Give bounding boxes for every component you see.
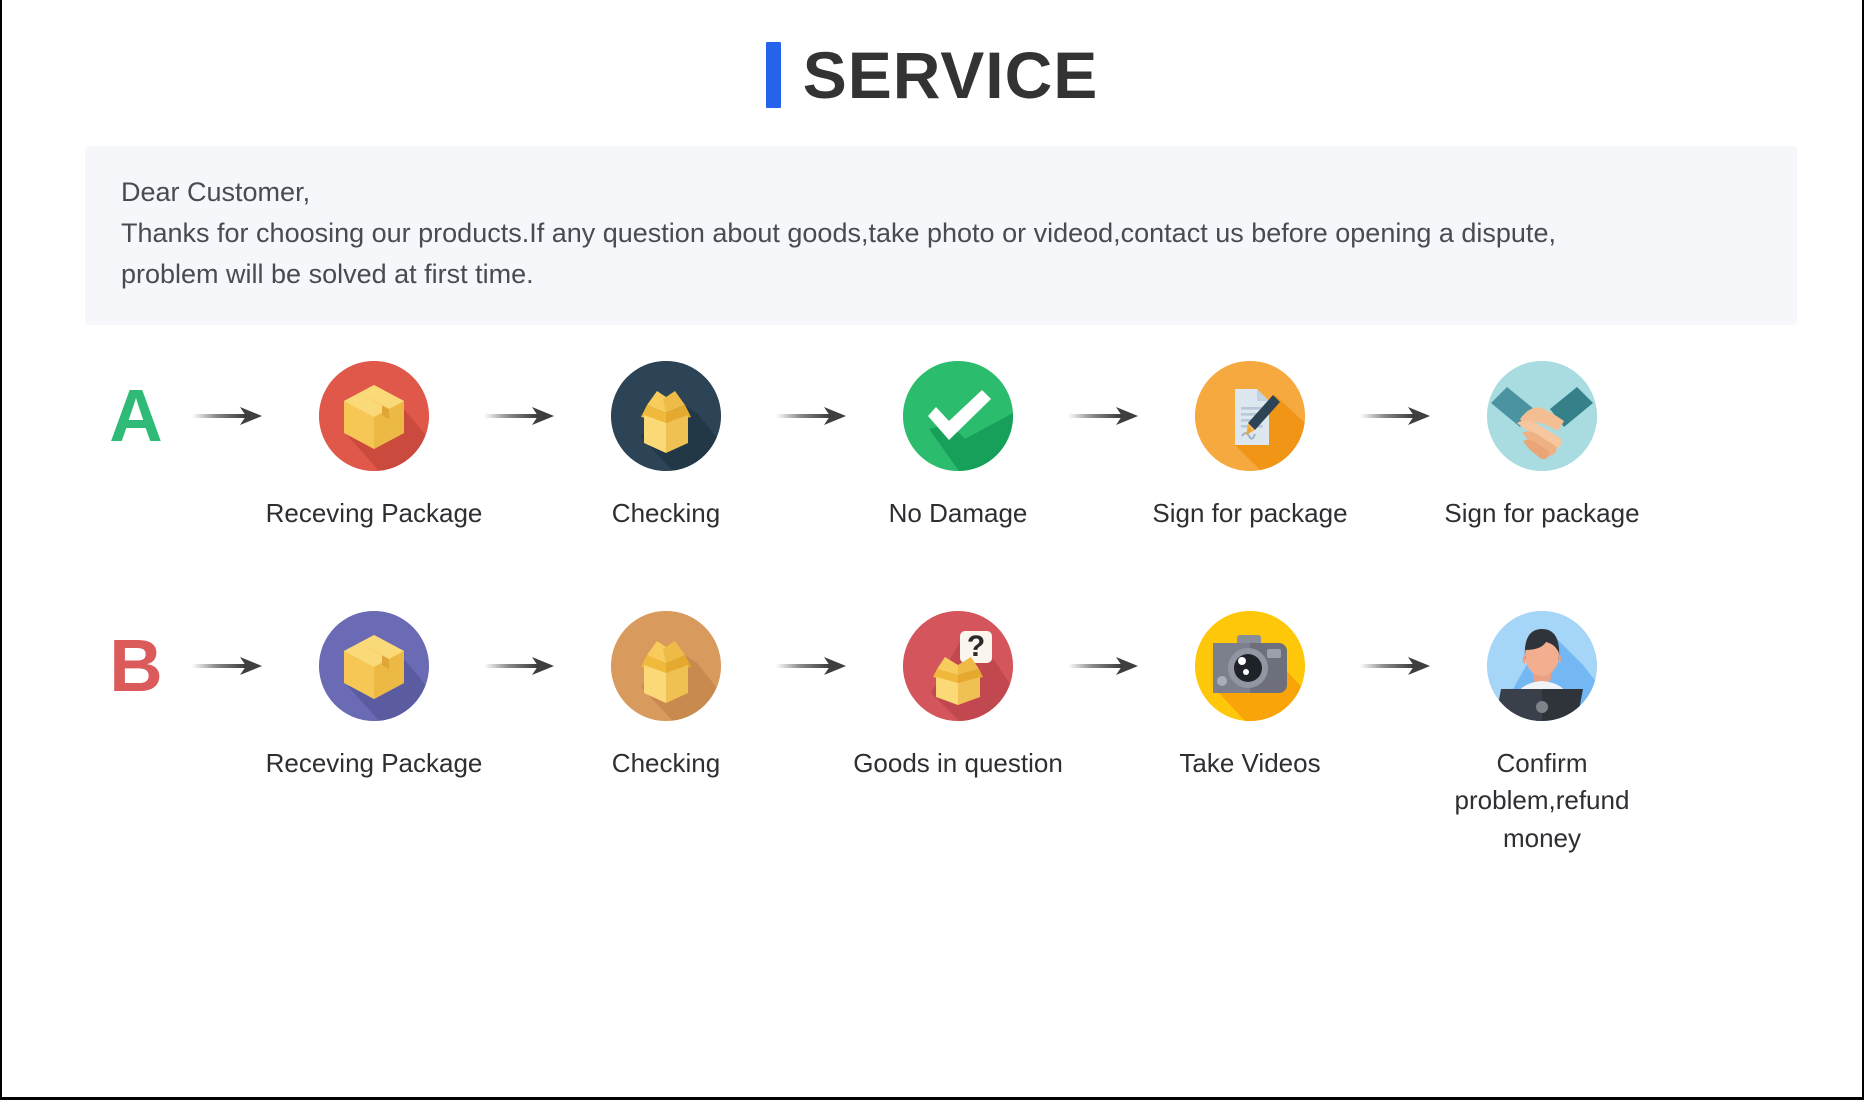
process-flows: A Receving Package Checking No Damage Si…: [2, 361, 1862, 858]
flow-step-label: Take Videos: [1179, 747, 1321, 778]
page-title: SERVICE: [2, 0, 1862, 108]
notice-line-1: Dear Customer,: [121, 177, 311, 207]
flow-step-label: Sign for package: [1444, 498, 1640, 529]
flow-step-label: Receving Package: [265, 747, 483, 778]
flow-step-label: Confirm problem,refund money: [1454, 747, 1630, 854]
support-agent-icon: [1487, 610, 1597, 721]
flow-step: No Damage: [858, 361, 1058, 533]
service-page: SERVICE Dear Customer, Thanks for choosi…: [0, 0, 1864, 1100]
flow-badge-b-letter: B: [109, 623, 163, 707]
flow-step-label: Checking: [611, 498, 721, 529]
flow-step: Checking: [566, 361, 766, 533]
flow-step: Sign for package: [1150, 361, 1350, 533]
flow-step-label: Sign for package: [1152, 498, 1348, 529]
handshake-icon: [1487, 361, 1597, 472]
flow-step: Sign for package: [1442, 361, 1642, 533]
flow-step: Take Videos: [1150, 610, 1350, 783]
flow-badge-a-letter: A: [109, 374, 163, 458]
flow-step: Confirm problem,refund money: [1442, 610, 1642, 858]
checkmark-icon: [903, 361, 1013, 472]
notice-line-3: problem will be solved at first time.: [121, 259, 534, 290]
flow-row-a: A Receving Package Checking No Damage Si…: [90, 361, 1802, 533]
flow-step-label: Goods in question: [853, 747, 1063, 778]
flow-step-label: Checking: [611, 747, 721, 778]
flow-step: Receving Package: [266, 610, 482, 783]
flow-row-b: B Receving Package Checking ? Goods in q…: [90, 610, 1802, 858]
question-box-icon: ?: [903, 610, 1013, 721]
document-pen-icon: [1195, 361, 1305, 472]
notice-line-2: Thanks for choosing our products.If any …: [121, 218, 1556, 249]
flow-step: Receving Package: [266, 361, 482, 533]
flow-step: ? Goods in question: [853, 610, 1063, 783]
open-box-icon: [611, 610, 721, 721]
open-box-icon: [611, 361, 721, 472]
package-box-icon: [319, 361, 429, 472]
customer-notice-box: Dear Customer, Thanks for choosing our p…: [85, 146, 1797, 326]
page-title-text: SERVICE: [802, 38, 1099, 112]
package-box-icon: [319, 610, 429, 721]
flow-step-label: No Damage: [888, 498, 1028, 529]
flow-badge-a: A: [90, 361, 182, 471]
title-accent-bar: [765, 42, 781, 108]
flow-badge-b: B: [90, 611, 182, 721]
flow-step: Checking: [566, 610, 766, 783]
flow-step-label: Receving Package: [265, 498, 483, 529]
camera-icon: [1195, 610, 1305, 721]
